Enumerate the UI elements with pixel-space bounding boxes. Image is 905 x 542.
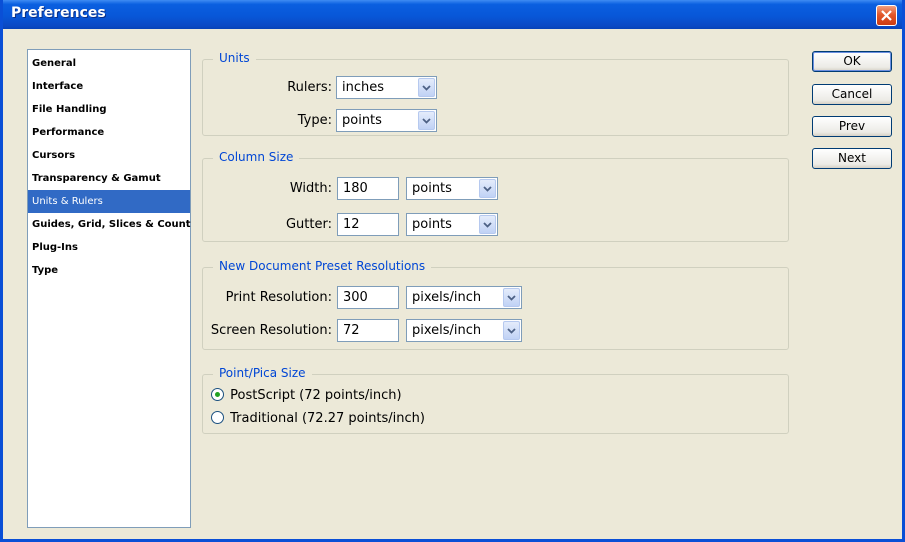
print-resolution-unit-select[interactable]: pixels/inch [406,286,522,309]
resolutions-legend: New Document Preset Resolutions [213,259,432,273]
units-legend: Units [213,51,256,65]
rulers-dropdown-button[interactable] [418,78,435,97]
width-unit-select[interactable]: points [406,177,498,200]
category-item-cursors[interactable]: Cursors [28,144,190,167]
category-item-type[interactable]: Type [28,259,190,282]
width-unit-value: points [412,181,452,196]
category-item-transparency-gamut[interactable]: Transparency & Gamut [28,167,190,190]
category-list: General Interface File Handling Performa… [27,49,191,528]
category-item-units-rulers[interactable]: Units & Rulers [28,190,190,213]
screen-resolution-unit-value: pixels/inch [412,323,482,338]
type-value: points [342,113,382,128]
prev-button[interactable]: Prev [812,116,892,137]
window-title: Preferences [11,5,106,21]
rulers-select[interactable]: inches [336,76,437,99]
rulers-value: inches [342,80,385,95]
print-resolution-input[interactable]: 300 [337,286,399,309]
postscript-option[interactable]: PostScript (72 points/inch) [211,386,402,406]
cancel-button[interactable]: Cancel [812,84,892,105]
category-item-performance[interactable]: Performance [28,121,190,144]
width-unit-dropdown-button[interactable] [479,179,496,198]
gutter-label: Gutter: [285,217,332,232]
close-button[interactable] [876,5,897,26]
traditional-radio[interactable] [211,411,224,424]
category-item-general[interactable]: General [28,52,190,75]
screen-resolution-unit-select[interactable]: pixels/inch [406,319,522,342]
rulers-label: Rulers: [287,80,332,95]
point-pica-legend: Point/Pica Size [213,366,312,380]
category-item-file-handling[interactable]: File Handling [28,98,190,121]
chevron-down-icon [507,328,516,334]
next-button[interactable]: Next [812,148,892,169]
width-input[interactable]: 180 [337,177,399,200]
close-icon [881,10,892,21]
chevron-down-icon [483,222,492,228]
column-size-legend: Column Size [213,150,300,164]
chevron-down-icon [507,295,516,301]
postscript-radio[interactable] [211,388,224,401]
gutter-unit-dropdown-button[interactable] [479,215,496,234]
ok-button[interactable]: OK [812,51,892,72]
chevron-down-icon [422,85,431,91]
screen-resolution-label: Screen Resolution: [210,323,332,338]
traditional-label: Traditional (72.27 points/inch) [230,411,425,426]
preferences-dialog: Preferences General Interface File Handl… [0,0,905,542]
width-label: Width: [289,181,332,196]
traditional-option[interactable]: Traditional (72.27 points/inch) [211,409,425,429]
type-label: Type: [297,113,332,128]
print-resolution-dropdown-button[interactable] [503,288,520,307]
screen-resolution-dropdown-button[interactable] [503,321,520,340]
print-resolution-unit-value: pixels/inch [412,290,482,305]
gutter-unit-value: points [412,217,452,232]
gutter-unit-select[interactable]: points [406,213,498,236]
chevron-down-icon [483,186,492,192]
chevron-down-icon [422,118,431,124]
screen-resolution-input[interactable]: 72 [337,319,399,342]
postscript-label: PostScript (72 points/inch) [230,388,402,403]
gutter-input[interactable]: 12 [337,213,399,236]
category-item-guides-grid-slices[interactable]: Guides, Grid, Slices & Count [28,213,191,236]
print-resolution-label: Print Resolution: [225,290,332,305]
type-dropdown-button[interactable] [418,111,435,130]
category-item-plug-ins[interactable]: Plug-Ins [28,236,190,259]
type-select[interactable]: points [336,109,437,132]
title-bar: Preferences [3,0,902,29]
category-item-interface[interactable]: Interface [28,75,190,98]
